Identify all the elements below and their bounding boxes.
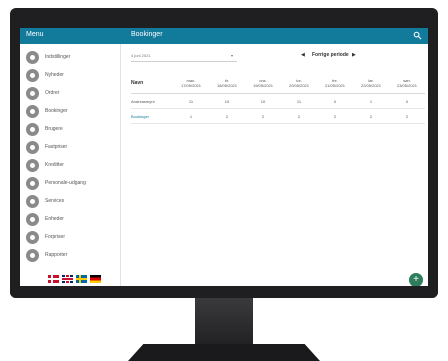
table-cell: 1 (353, 93, 389, 109)
column-date: 23/05/2021 (396, 82, 418, 88)
services-icon (26, 195, 39, 208)
credits-icon (26, 159, 39, 172)
monitor-stand-base (128, 344, 320, 361)
news-icon (26, 69, 39, 82)
menu-title: Menu (26, 31, 44, 38)
column-header: tor. 20/05/2021 (281, 72, 317, 94)
users-icon (26, 123, 39, 136)
sidebar-item-news[interactable]: Nyheder (26, 69, 118, 83)
sidebar-item-label: Kreditter (45, 162, 64, 168)
table-cell: 11 (281, 93, 317, 109)
orders-icon (26, 87, 39, 100)
table-header-row: Navn man. 17/05/2021 tir. 18/05/2021 ons. 1… (131, 72, 425, 94)
column-date: 18/05/2021 (216, 82, 238, 88)
column-header-name: Navn (131, 72, 173, 94)
table-row[interactable]: Andreasmyre 11 10 10 11 0 1 0 (131, 93, 425, 109)
sidebar-item-label: Rapporter (45, 252, 68, 258)
sidebar-item-pricing[interactable]: Forpriser (26, 231, 118, 245)
search-icon[interactable] (413, 31, 422, 40)
swedish-flag-icon[interactable] (76, 275, 87, 283)
monitor-chin (10, 286, 438, 298)
table-cell: 2 (353, 108, 389, 124)
row-label-link[interactable]: Bookinger (131, 108, 173, 124)
sidebar-item-reports[interactable]: Rapporter (26, 249, 118, 263)
table-cell: 10 (245, 93, 281, 109)
table-cell: 0 (317, 93, 353, 109)
sidebar-item-settings[interactable]: Indstillinger (26, 51, 118, 65)
column-header: lør. 22/05/2021 (353, 72, 389, 94)
table-row[interactable]: Bookinger 1 2 2 2 2 2 2 (131, 108, 425, 124)
table-cell: 2 (209, 108, 245, 124)
sidebar-item-users[interactable]: Brugere (26, 123, 118, 137)
german-flag-icon[interactable] (90, 275, 101, 283)
devices-icon (26, 213, 39, 226)
column-date: 20/05/2021 (288, 82, 310, 88)
sidebar-item-fixed-prices[interactable]: Fastpriser (26, 141, 118, 155)
app-bar: Menu Bookinger (20, 28, 428, 44)
column-date: 19/05/2021 (252, 82, 274, 88)
week-nav-label: Forrige periode (312, 52, 349, 58)
fixed-price-icon (26, 141, 39, 154)
column-header: ons. 19/05/2021 (245, 72, 281, 94)
column-date: 21/05/2021 (324, 82, 346, 88)
sidebar-item-label: Services (45, 198, 65, 204)
table-cell: 0 (389, 93, 425, 109)
column-date: 17/05/2021 (180, 82, 202, 88)
column-header: fre. 21/05/2021 (317, 72, 353, 94)
sidebar: Indstillinger Nyheder Ordrer Bookinger B… (20, 44, 121, 286)
sidebar-item-label: Personale-udgang (45, 180, 86, 186)
monitor-stand-neck (195, 298, 253, 348)
row-label: Andreasmyre (131, 93, 173, 109)
sidebar-item-label: Indstillinger (45, 54, 71, 60)
column-header: man. 17/05/2021 (173, 72, 209, 94)
add-booking-button[interactable]: + (409, 273, 423, 286)
sidebar-item-orders[interactable]: Ordrer (26, 87, 118, 101)
sidebar-item-bookings[interactable]: Bookinger (26, 105, 118, 119)
sidebar-item-label: Fastpriser (45, 144, 68, 150)
bookings-table: Navn man. 17/05/2021 tir. 18/05/2021 ons. 1… (131, 72, 425, 124)
table-cell: 2 (389, 108, 425, 124)
table-cell: 2 (281, 108, 317, 124)
reports-icon (26, 249, 39, 262)
next-week-button[interactable]: ▶ (352, 52, 356, 58)
sidebar-item-label: Enheder (45, 216, 64, 222)
sidebar-item-label: Forpriser (45, 234, 66, 240)
column-header: søn. 23/05/2021 (389, 72, 425, 94)
sidebar-item-services[interactable]: Services (26, 195, 118, 209)
uk-flag-icon[interactable] (62, 275, 73, 283)
app-screen: Menu Bookinger Indstillinger Nyheder Ord… (20, 28, 428, 286)
table-cell: 2 (317, 108, 353, 124)
previous-week-button[interactable]: ◀ (301, 52, 305, 58)
date-select[interactable]: 4 juni 2021 ▾ (131, 52, 237, 62)
bookings-icon (26, 105, 39, 118)
settings-icon (26, 51, 39, 64)
sidebar-item-staff-exit[interactable]: Personale-udgang (26, 177, 118, 191)
chevron-down-icon: ▾ (230, 53, 233, 58)
column-date: 22/05/2021 (360, 82, 382, 88)
main-content: 4 juni 2021 ▾ ◀ Forrige periode ▶ Navn m… (121, 44, 428, 286)
sidebar-item-label: Bookinger (45, 108, 68, 114)
table-cell: 1 (173, 108, 209, 124)
table-cell: 11 (173, 93, 209, 109)
page-title: Bookinger (131, 31, 163, 38)
sidebar-item-credits[interactable]: Kreditter (26, 159, 118, 173)
table-cell: 2 (245, 108, 281, 124)
sidebar-item-label: Brugere (45, 126, 63, 132)
staff-exit-icon (26, 177, 39, 190)
sidebar-item-label: Nyheder (45, 72, 64, 78)
table-cell: 10 (209, 93, 245, 109)
date-select-value: 4 juni 2021 (131, 53, 151, 58)
danish-flag-icon[interactable] (48, 275, 59, 283)
sidebar-item-label: Ordrer (45, 90, 60, 96)
pricing-icon (26, 231, 39, 244)
column-header: tir. 18/05/2021 (209, 72, 245, 94)
sidebar-item-devices[interactable]: Enheder (26, 213, 118, 227)
